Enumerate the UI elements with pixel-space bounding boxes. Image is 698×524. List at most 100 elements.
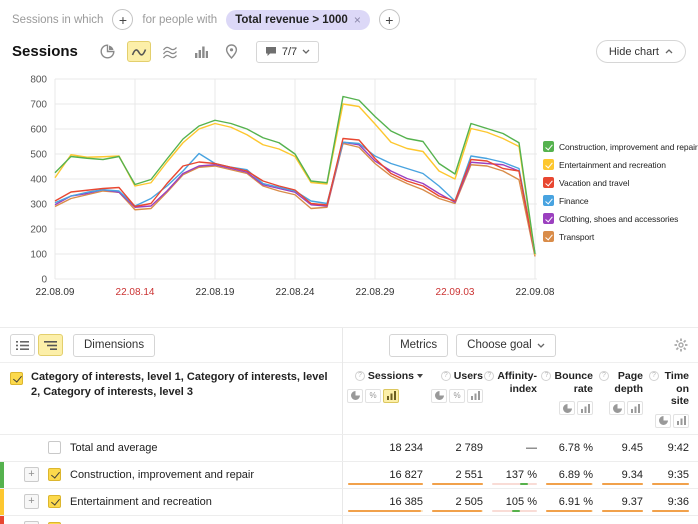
- row-label[interactable]: Entertainment and recreation: [70, 496, 212, 508]
- metric-bar: [652, 483, 689, 485]
- metric-value: 2 551: [455, 469, 483, 481]
- metric-value-cell: 2 789: [429, 435, 489, 461]
- bars-toggle[interactable]: [627, 401, 643, 415]
- chart-type-switcher: [96, 41, 244, 62]
- line-chart-type-button[interactable]: [127, 41, 151, 62]
- metric-value-cell: 9.31: [599, 516, 649, 524]
- help-icon[interactable]: ?: [484, 371, 494, 381]
- plus-icon: +: [119, 13, 127, 27]
- svg-text:200: 200: [30, 225, 47, 236]
- pie-toggle[interactable]: [609, 401, 625, 415]
- metric-bar: [348, 510, 423, 512]
- percent-toggle[interactable]: %: [365, 389, 381, 403]
- segments-count: 7/7: [282, 46, 297, 58]
- metric-value-cell: 2 021: [429, 516, 489, 524]
- metrics-button[interactable]: Metrics: [389, 334, 448, 357]
- row-checkbox[interactable]: [48, 495, 61, 508]
- segments-dropdown[interactable]: 7/7: [256, 41, 319, 63]
- metric-value-cell: 137 %: [489, 462, 543, 488]
- pie-chart-type-button[interactable]: [96, 41, 120, 62]
- expand-row-button[interactable]: +: [24, 494, 39, 509]
- chart-header: Sessions 7/7: [0, 32, 698, 67]
- metric-value-cell: 6.78 %: [543, 435, 599, 461]
- line-chart-icon: [131, 45, 147, 59]
- metric-bar: [348, 483, 423, 485]
- legend-checkbox-icon[interactable]: [543, 159, 554, 170]
- row-name-cell: +Total and average: [0, 440, 342, 455]
- bar-chart-type-button[interactable]: [189, 41, 213, 62]
- legend-item[interactable]: Vacation and travel: [543, 177, 698, 188]
- metric-value: 137 %: [506, 469, 537, 481]
- comment-bubble-icon: [265, 46, 277, 57]
- percent-toggle[interactable]: %: [449, 389, 465, 403]
- map-chart-type-button[interactable]: [220, 41, 244, 62]
- legend-item[interactable]: Finance: [543, 195, 698, 206]
- add-user-condition-button[interactable]: +: [379, 9, 400, 30]
- help-icon[interactable]: ?: [441, 371, 451, 381]
- row-label[interactable]: Construction, improvement and repair: [70, 469, 254, 481]
- bars-toggle[interactable]: [577, 401, 593, 415]
- chart-canvas[interactable]: 010020030040050060070080022.08.0922.08.1…: [0, 67, 562, 305]
- help-icon[interactable]: ?: [599, 371, 609, 381]
- pie-toggle[interactable]: [347, 389, 363, 403]
- pie-toggle[interactable]: [431, 389, 447, 403]
- for-people-with-label: for people with: [142, 14, 217, 26]
- bars-toggle[interactable]: [467, 389, 483, 403]
- bar-chart-icon: [194, 45, 208, 59]
- metric-value-cell: 16 385: [345, 489, 429, 515]
- legend-item[interactable]: Transport: [543, 231, 698, 242]
- metric-value-cell: 9:36: [649, 489, 695, 515]
- pie-toggle[interactable]: [655, 414, 671, 428]
- legend-checkbox-icon[interactable]: [543, 141, 554, 152]
- tree-view-button[interactable]: [38, 334, 63, 356]
- column-label: Page depth: [612, 370, 643, 395]
- bars-toggle[interactable]: [383, 389, 399, 403]
- legend-item[interactable]: Clothing, shoes and accessories: [543, 213, 698, 224]
- bars-toggle[interactable]: [673, 414, 689, 428]
- column-label: Time on site: [662, 370, 689, 408]
- remove-filter-icon[interactable]: ×: [354, 13, 361, 27]
- row-checkbox[interactable]: [48, 441, 61, 454]
- choose-goal-button[interactable]: Choose goal: [456, 334, 556, 357]
- legend-checkbox-icon[interactable]: [543, 213, 554, 224]
- legend-checkbox-icon[interactable]: [543, 177, 554, 188]
- select-all-checkbox[interactable]: [10, 372, 23, 385]
- metric-value: 16 385: [389, 496, 423, 508]
- help-icon[interactable]: ?: [541, 371, 551, 381]
- column-header-time: ?Time on site: [649, 363, 695, 434]
- x-axis-tick-label: 22.08.09: [36, 287, 75, 298]
- pie-toggle[interactable]: [559, 401, 575, 415]
- row-checkbox[interactable]: [48, 468, 61, 481]
- table-row: + Entertainment and recreation 16 385 2 505…: [0, 488, 698, 515]
- metric-bar: [602, 483, 643, 485]
- dimensions-label: Dimensions: [84, 339, 144, 351]
- legend-item[interactable]: Construction, improvement and repair: [543, 141, 698, 152]
- legend-label: Finance: [559, 196, 589, 206]
- hide-chart-button[interactable]: Hide chart: [596, 40, 686, 63]
- help-icon[interactable]: ?: [355, 371, 365, 381]
- metric-value-cell: —: [489, 435, 543, 461]
- legend-checkbox-icon[interactable]: [543, 195, 554, 206]
- legend-item[interactable]: Entertainment and recreation: [543, 159, 698, 170]
- stacked-chart-type-button[interactable]: [158, 41, 182, 62]
- chevron-down-icon: [537, 343, 545, 348]
- row-label[interactable]: Total and average: [70, 442, 157, 454]
- metric-value-cell: 7.07 %: [543, 516, 599, 524]
- table-row: +Vacation and travel12 9242 021118 %7.07…: [0, 515, 698, 524]
- filter-chip-total-revenue[interactable]: Total revenue > 1000 ×: [226, 10, 370, 30]
- dimensions-button[interactable]: Dimensions: [73, 334, 155, 357]
- svg-text:600: 600: [30, 125, 47, 136]
- table-settings-gear-icon[interactable]: [674, 338, 688, 352]
- report-table: Dimensions Metrics Choose goal Categ: [0, 327, 698, 524]
- list-view-button[interactable]: [10, 334, 35, 356]
- row-name-cell: + Construction, improvement and repair: [0, 467, 342, 482]
- legend-checkbox-icon[interactable]: [543, 231, 554, 242]
- help-icon[interactable]: ?: [649, 371, 659, 381]
- expand-row-button[interactable]: +: [24, 467, 39, 482]
- tree-icon: [44, 340, 57, 351]
- metric-value: 2 505: [455, 496, 483, 508]
- table-body: +Total and average18 2342 789—6.78 %9.45…: [0, 434, 698, 524]
- metric-value-cell: 9:42: [649, 435, 695, 461]
- add-session-condition-button[interactable]: +: [112, 9, 133, 30]
- legend-label: Entertainment and recreation: [559, 160, 666, 170]
